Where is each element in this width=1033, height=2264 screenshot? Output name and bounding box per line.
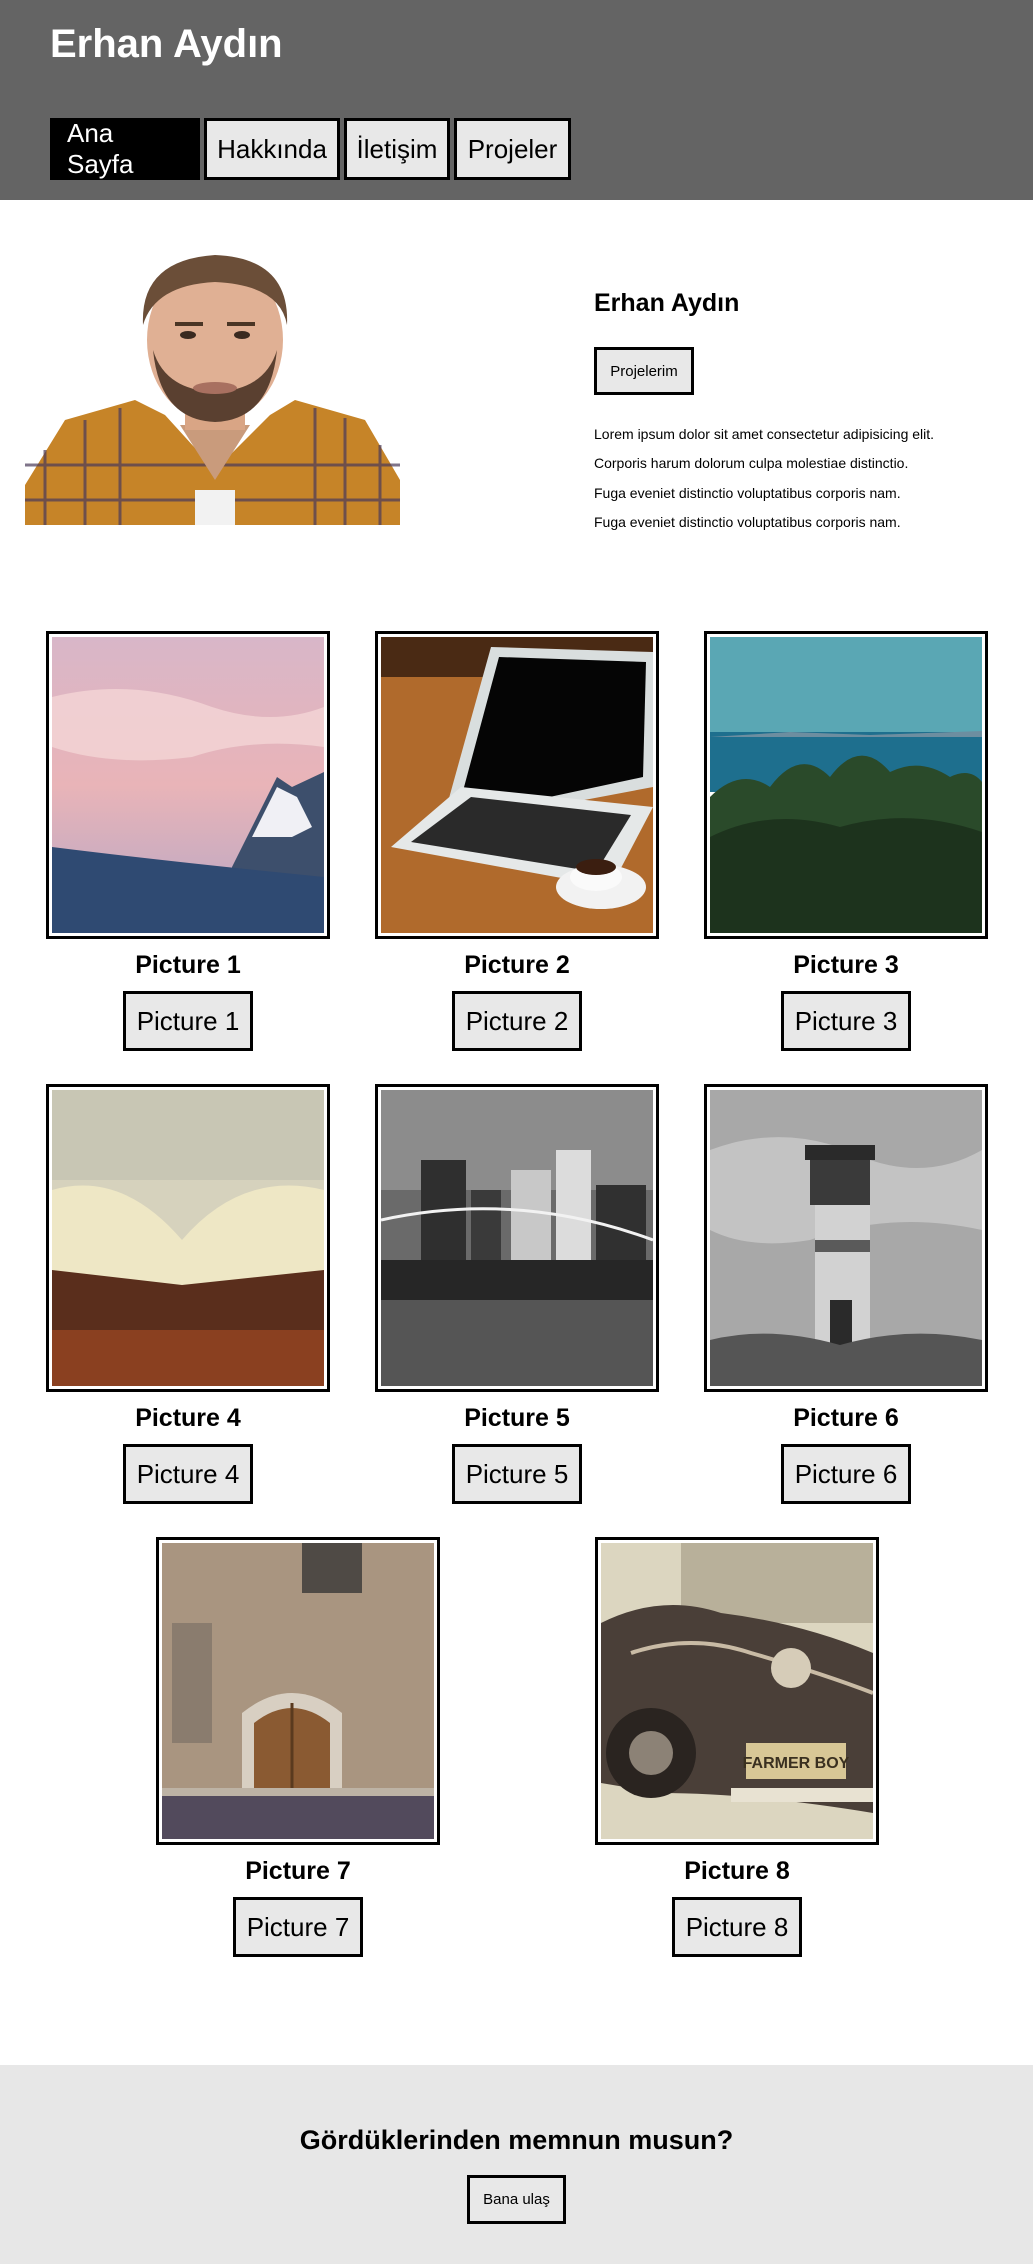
gallery-card-title: Picture 7 (245, 1857, 351, 1885)
gallery-card-title: Picture 8 (684, 1857, 790, 1885)
vintage-car-image: FARMER BOY (601, 1543, 873, 1839)
nav-item-ana-sayfa[interactable]: Ana Sayfa (50, 118, 200, 180)
gallery-card-button[interactable]: Picture 8 (672, 1897, 802, 1957)
gallery-image-frame[interactable] (46, 1084, 330, 1392)
book-image (52, 1090, 324, 1386)
gallery-card-button[interactable]: Picture 6 (781, 1444, 911, 1504)
bio-line: Lorem ipsum dolor sit amet consectetur a… (594, 426, 935, 442)
profile-photo (25, 240, 400, 525)
bio-line: Fuga eveniet distinctio voluptatibus cor… (594, 513, 901, 530)
gallery-card-1: Picture 1 Picture 1 (46, 631, 330, 1051)
city-bridge-image (381, 1090, 653, 1386)
nav-item-iletisim[interactable]: İletişim (344, 118, 450, 180)
bio-line: Corporis harum dolorum culpa molestiae d… (594, 455, 909, 472)
gallery-image-frame[interactable]: FARMER BOY (595, 1537, 879, 1845)
gallery-image-frame[interactable] (46, 631, 330, 939)
gallery-card-button[interactable]: Picture 1 (123, 991, 253, 1051)
profile-name: Erhan Aydın (594, 289, 740, 317)
gallery-card-title: Picture 5 (464, 1404, 570, 1432)
main-nav: Ana Sayfa Hakkında İletişim Projeler (50, 118, 571, 180)
forest-image (710, 637, 982, 933)
gallery-image-frame[interactable] (375, 631, 659, 939)
profile-photo-image (25, 240, 400, 525)
gallery-image-frame[interactable] (156, 1537, 440, 1845)
gallery-card-3: Picture 3 Picture 3 (704, 631, 988, 1051)
bio-text: Lorem ipsum dolor sit amet consectetur a… (594, 420, 1014, 537)
gallery-image-frame[interactable] (375, 1084, 659, 1392)
old-building-image (162, 1543, 434, 1839)
svg-text:FARMER BOY: FARMER BOY (743, 1755, 850, 1772)
gallery-card-button[interactable]: Picture 3 (781, 991, 911, 1051)
gallery-card-button[interactable]: Picture 4 (123, 1444, 253, 1504)
gallery-card-6: Picture 6 Picture 6 (704, 1084, 988, 1504)
nav-item-hakkinda[interactable]: Hakkında (204, 118, 340, 180)
gallery-card-title: Picture 6 (793, 1404, 899, 1432)
footer-title: Gördüklerinden memnun musun? (299, 2125, 734, 2155)
gallery-card-title: Picture 4 (135, 1404, 241, 1432)
gallery-card-8: FARMER BOY Picture 8 Picture 8 (595, 1537, 879, 1957)
gallery-card-5: Picture 5 Picture 5 (375, 1084, 659, 1504)
gallery-card-4: Picture 4 Picture 4 (46, 1084, 330, 1504)
gallery-card-title: Picture 3 (793, 951, 899, 979)
gallery-image-frame[interactable] (704, 1084, 988, 1392)
laptop-image (381, 637, 653, 933)
gallery-card-title: Picture 2 (464, 951, 570, 979)
gallery-card-2: Picture 2 Picture 2 (375, 631, 659, 1051)
site-header: Erhan Aydın Ana Sayfa Hakkında İletişim … (0, 0, 1033, 200)
site-footer: Gördüklerinden memnun musun? Bana ulaş (0, 2065, 1033, 2264)
snowy-mountain-image (52, 637, 324, 933)
gallery-card-button[interactable]: Picture 5 (452, 1444, 582, 1504)
gallery-card-button[interactable]: Picture 2 (452, 991, 582, 1051)
contact-me-button[interactable]: Bana ulaş (467, 2175, 566, 2224)
projelerim-button[interactable]: Projelerim (594, 347, 694, 395)
site-title[interactable]: Erhan Aydın (50, 22, 283, 67)
gallery-image-frame[interactable] (704, 631, 988, 939)
gallery-card-7: Picture 7 Picture 7 (156, 1537, 440, 1957)
gallery-card-button[interactable]: Picture 7 (233, 1897, 363, 1957)
lighthouse-image (710, 1090, 982, 1386)
gallery-card-title: Picture 1 (135, 951, 241, 979)
nav-item-projeler[interactable]: Projeler (454, 118, 571, 180)
bio-line: Fuga eveniet distinctio voluptatibus cor… (594, 484, 901, 501)
